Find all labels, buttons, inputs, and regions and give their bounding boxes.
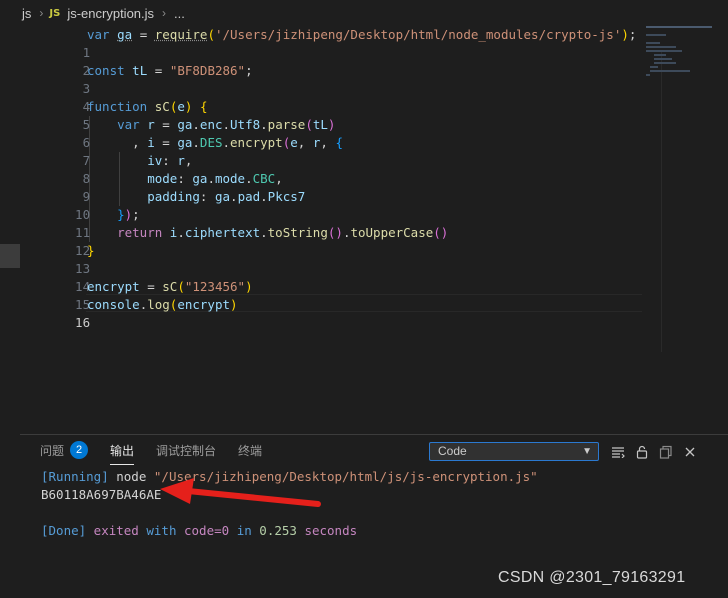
breadcrumb-file[interactable]: js-encryption.js <box>65 6 156 21</box>
running-tag: [Running] <box>41 469 109 484</box>
copy-icon[interactable] <box>654 442 678 462</box>
chevron-right-icon: › <box>39 6 44 20</box>
code-line: 5 function sC(e) { <box>20 98 640 132</box>
panel-toolbar <box>606 442 702 462</box>
close-icon[interactable] <box>678 442 702 462</box>
code-line: 11 }); <box>20 206 640 240</box>
editor-ruler <box>661 52 662 352</box>
output-channel-value: Code <box>438 444 467 458</box>
done-seconds: seconds <box>304 523 358 538</box>
activity-strip <box>0 0 20 598</box>
tab-output[interactable]: 输出 <box>110 435 135 465</box>
red-arrow-annotation <box>160 478 321 507</box>
active-marker <box>0 244 20 268</box>
code-line: 16 console.log(encrypt) <box>20 296 640 330</box>
output-channel-select[interactable]: Code ▼ <box>429 442 599 461</box>
tab-terminal-label: 终端 <box>238 444 263 458</box>
js-file-icon: JS <box>49 7 61 19</box>
output-result: B60118A697BA46AE <box>41 487 162 502</box>
breadcrumb: js › JS js-encryption.js › ... <box>20 0 720 26</box>
chevron-right-icon: › <box>162 6 167 20</box>
done-exit-code: code=0 <box>176 523 237 538</box>
minimap[interactable] <box>646 26 716 86</box>
code-line: 1 var ga = require('/Users/jizhipeng/Des… <box>20 26 640 60</box>
code-line: 6 var r = ga.enc.Utf8.parse(tL) <box>20 116 640 150</box>
code-line: 9 mode: ga.mode.CBC, <box>20 170 640 204</box>
code-line: 14 <box>20 260 640 294</box>
code-editor[interactable]: 1 var ga = require('/Users/jizhipeng/Des… <box>20 26 728 434</box>
code-line: 12 return i.ciphertext.toString().toUppe… <box>20 224 640 258</box>
done-tag: [Done] <box>41 523 87 538</box>
breadcrumb-ellipsis[interactable]: ... <box>172 6 187 21</box>
line-number: 16 <box>75 315 91 330</box>
done-time: 0.253 <box>251 523 305 538</box>
code-line: 3 const tL = "BF8DB286"; <box>20 62 640 96</box>
code-line: 8 iv: r, <box>20 152 640 186</box>
tab-problems[interactable]: 问题 2 <box>40 435 89 465</box>
chevron-down-icon: ▼ <box>582 446 592 457</box>
code-line: 13 } <box>20 242 640 276</box>
tab-debug-console[interactable]: 调试控制台 <box>156 435 216 465</box>
breadcrumb-folder[interactable]: js <box>20 6 33 21</box>
code-line: 7 , i = ga.DES.encrypt(e, r, { <box>20 134 640 168</box>
tab-output-label: 输出 <box>110 444 135 458</box>
tab-debug-console-label: 调试控制台 <box>156 444 217 458</box>
running-command: node <box>108 469 154 484</box>
tab-terminal[interactable]: 终端 <box>238 435 262 465</box>
done-with: with <box>146 523 177 538</box>
panel-tabs: 问题 2 输出 调试控制台 终端 <box>40 435 284 465</box>
lock-icon[interactable] <box>630 442 654 462</box>
problems-count-badge: 2 <box>70 441 89 460</box>
done-text: exited <box>86 523 147 538</box>
done-in: in <box>236 523 252 538</box>
code-line: 10 padding: ga.pad.Pkcs7 <box>20 188 640 222</box>
watermark: CSDN @2301_79163291 <box>498 569 686 586</box>
filter-lines-icon[interactable] <box>606 442 630 462</box>
tab-problems-label: 问题 <box>40 444 65 458</box>
code-line: 2 <box>20 44 640 78</box>
code-line: 15 encrypt = sC("123456") <box>20 278 640 312</box>
code-line: 4 <box>20 80 640 114</box>
